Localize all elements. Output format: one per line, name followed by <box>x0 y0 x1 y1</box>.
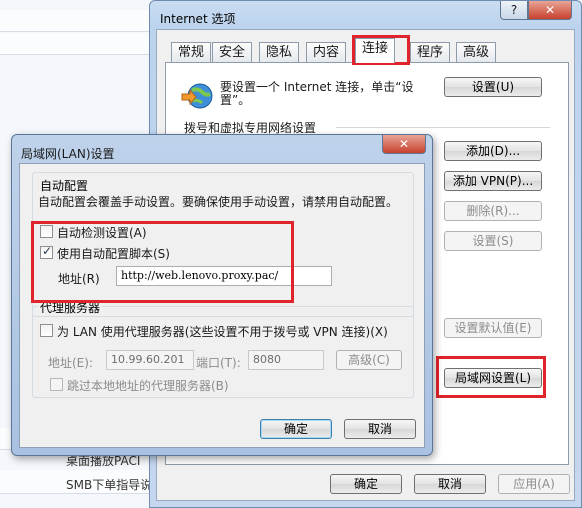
tab-privacy[interactable]: 隐私 <box>259 42 300 62</box>
section-divider <box>336 127 550 128</box>
dialog-title: 局域网(LAN)设置 <box>21 147 115 161</box>
dialog-close-button[interactable]: ✕ <box>382 135 426 154</box>
lan-button-highlight <box>436 356 546 398</box>
tab-advanced[interactable]: 高级 <box>456 42 497 62</box>
ok-button[interactable]: 确定 <box>330 474 402 494</box>
proxy-address-input[interactable]: 10.99.60.201 <box>106 350 194 370</box>
setup-button[interactable]: 设置(U) <box>444 77 542 97</box>
help-button[interactable]: ? <box>500 1 528 20</box>
advanced-button[interactable]: 高级(C) <box>336 350 402 370</box>
tab-programs[interactable]: 程序 <box>410 42 451 62</box>
apply-button[interactable]: 应用(A) <box>498 474 570 494</box>
add-vpn-button[interactable]: 添加 VPN(P)... <box>444 171 542 191</box>
auto-config-highlight <box>31 221 294 303</box>
close-button[interactable]: ✕ <box>528 1 572 20</box>
globe-network-icon <box>181 83 213 109</box>
tab-content[interactable]: 内容 <box>306 42 347 62</box>
background-row <box>0 33 160 55</box>
dialog-body: 自动配置 自动配置会覆盖手动设置。要确保使用手动设置，请禁用自动配置。 自动检测… <box>19 163 425 448</box>
auto-config-heading: 自动配置 <box>38 177 91 194</box>
background-row <box>0 10 160 32</box>
tab-general[interactable]: 常规 <box>171 42 212 62</box>
window-title: Internet 选项 <box>160 12 236 26</box>
set-default-button[interactable]: 设置默认值(E) <box>444 318 542 338</box>
delete-button[interactable]: 删除(R)... <box>444 201 542 221</box>
bypass-local-label: 跳过本地地址的代理服务器(B) <box>67 379 229 393</box>
tab-connections[interactable]: 连接 <box>355 38 396 63</box>
dialog-ok-button[interactable]: 确定 <box>260 419 332 439</box>
port-input[interactable]: 8080 <box>248 350 324 370</box>
use-proxy-checkbox[interactable] <box>40 324 53 337</box>
port-label: 端口(T): <box>196 356 241 370</box>
cancel-button[interactable]: 取消 <box>414 474 486 494</box>
auto-config-description: 自动配置会覆盖手动设置。要确保使用手动设置，请禁用自动配置。 <box>38 195 399 209</box>
add-connection-button[interactable]: 添加(D)... <box>444 141 542 161</box>
bypass-local-checkbox[interactable] <box>50 378 63 391</box>
proxy-address-label: 地址(E): <box>48 356 93 370</box>
dialog-cancel-button[interactable]: 取消 <box>344 419 416 439</box>
setup-instruction: 要设置一个 Internet 连接，单击“设置”。 <box>220 80 414 107</box>
use-proxy-label: 为 LAN 使用代理服务器(这些设置不用于拨号或 VPN 连接)(X) <box>57 325 388 339</box>
tab-security[interactable]: 安全 <box>212 42 253 62</box>
settings-button[interactable]: 设置(S) <box>444 231 542 251</box>
background-item[interactable]: SMB下单指导说 <box>66 476 152 493</box>
